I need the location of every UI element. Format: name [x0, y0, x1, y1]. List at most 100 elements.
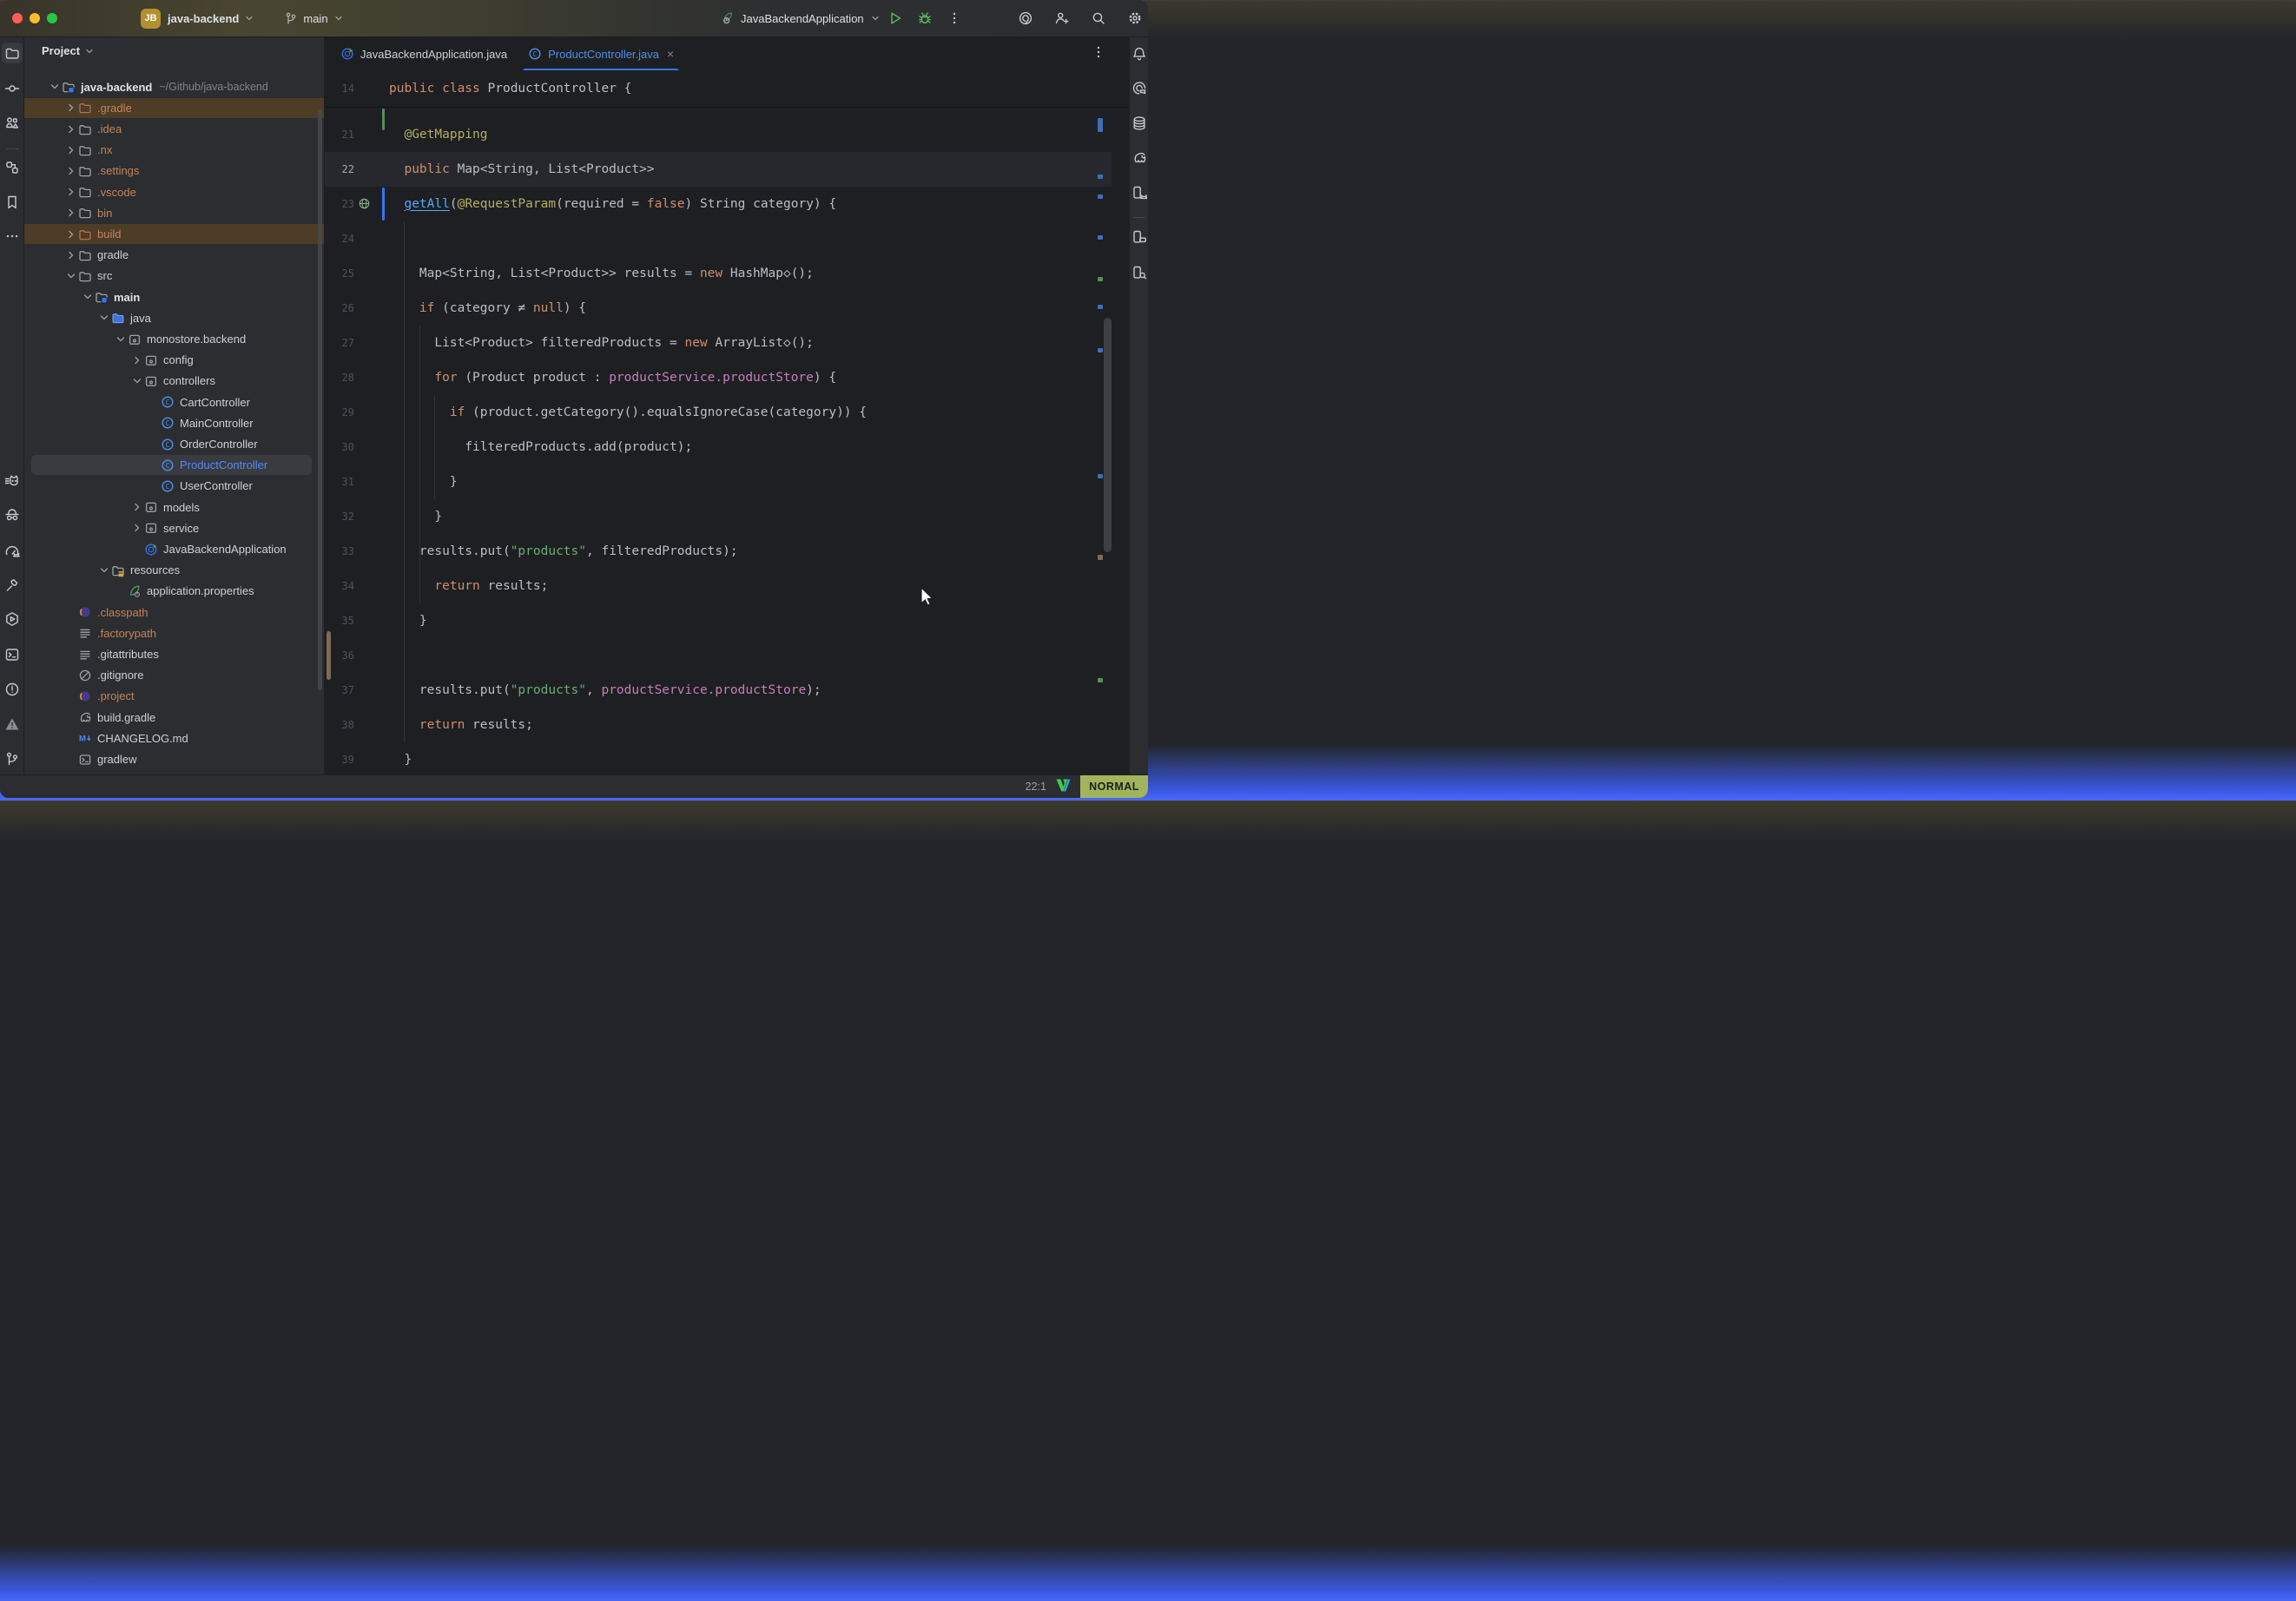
- chevron-collapsed-icon[interactable]: [63, 143, 78, 157]
- chevron-collapsed-icon[interactable]: [129, 500, 144, 514]
- chevron-expanded-icon[interactable]: [113, 333, 128, 346]
- git-branch-icon[interactable]: [2, 748, 23, 769]
- structure-icon[interactable]: [2, 157, 23, 178]
- device-manager-icon[interactable]: [1129, 227, 1149, 247]
- line-number[interactable]: 14: [325, 70, 354, 107]
- chevron-collapsed-icon[interactable]: [63, 185, 78, 199]
- line-number[interactable]: 22: [325, 152, 354, 187]
- terminal-icon[interactable]: [2, 644, 23, 665]
- pull-requests-icon[interactable]: [2, 113, 23, 134]
- line-number[interactable]: 21: [325, 117, 354, 152]
- tree-row--project[interactable]: .project: [24, 686, 324, 706]
- code-line-36[interactable]: 36: [325, 638, 1129, 673]
- run-configuration-selector[interactable]: JavaBackendApplication: [719, 0, 881, 36]
- tree-row-resources[interactable]: resources: [24, 560, 324, 580]
- ai-chat-icon[interactable]: [1129, 78, 1149, 99]
- code-line-33[interactable]: 33 results.put("products", filteredProdu…: [325, 534, 1129, 569]
- tree-row-java-backend[interactable]: java-backend~/Github/java-backend: [24, 77, 324, 97]
- line-number[interactable]: 38: [325, 708, 354, 742]
- vim-mode-badge[interactable]: NORMAL: [1080, 775, 1148, 798]
- tree-row--idea[interactable]: .idea: [24, 119, 324, 139]
- chevron-collapsed-icon[interactable]: [63, 248, 78, 262]
- tree-row--vscode[interactable]: .vscode: [24, 182, 324, 202]
- code-line-35[interactable]: 35 }: [325, 603, 1129, 638]
- chevron-expanded-icon[interactable]: [129, 374, 144, 388]
- build-hammer-icon[interactable]: [2, 575, 23, 596]
- tree-row--settings[interactable]: .settings: [24, 161, 324, 181]
- line-number[interactable]: 37: [325, 673, 354, 708]
- project-tree-scrollbar[interactable]: [318, 109, 322, 690]
- warning-icon[interactable]: [2, 714, 23, 735]
- ai-assistant-icon[interactable]: [1014, 7, 1037, 30]
- tree-row-src[interactable]: src: [24, 266, 324, 286]
- close-window-button[interactable]: [12, 13, 23, 23]
- line-number[interactable]: 29: [325, 395, 354, 430]
- project-selector[interactable]: java-backend: [168, 12, 254, 25]
- kebab-menu-icon[interactable]: [943, 7, 966, 30]
- line-number[interactable]: 24: [325, 221, 354, 256]
- tree-row--gitattributes[interactable]: .gitattributes: [24, 644, 324, 664]
- line-number[interactable]: 39: [325, 742, 354, 775]
- line-number[interactable]: 25: [325, 256, 354, 291]
- code-line-38[interactable]: 38 return results;: [325, 708, 1129, 742]
- spy-hat-icon[interactable]: [2, 504, 23, 525]
- code-line-32[interactable]: 32 }: [325, 499, 1129, 534]
- editor-tab-javabackendapplication-java[interactable]: JavaBackendApplication.java: [330, 37, 518, 70]
- code-editor[interactable]: 14public class ProductController {21 @Ge…: [325, 70, 1129, 774]
- tree-row-javabackendapplication[interactable]: JavaBackendApplication: [24, 539, 324, 559]
- code-line-26[interactable]: 26 if (category ≠ null) {: [325, 291, 1129, 326]
- tree-row-java[interactable]: java: [24, 308, 324, 328]
- chevron-collapsed-icon[interactable]: [129, 521, 144, 535]
- code-line-27[interactable]: 27 List<Product> filteredProducts = new …: [325, 326, 1129, 360]
- line-number[interactable]: 31: [325, 464, 354, 499]
- bookmarks-icon[interactable]: [2, 192, 23, 213]
- chevron-collapsed-icon[interactable]: [129, 353, 144, 367]
- chevron-expanded-icon[interactable]: [96, 311, 111, 325]
- run-icon[interactable]: [884, 7, 907, 30]
- tree-row--classpath[interactable]: .classpath: [24, 603, 324, 623]
- line-number[interactable]: 26: [325, 291, 354, 326]
- caret-position-widget[interactable]: 22:1: [1017, 781, 1055, 793]
- tree-row-config[interactable]: config: [24, 350, 324, 370]
- line-number[interactable]: 34: [325, 569, 354, 603]
- editor-scrollbar[interactable]: [1104, 318, 1112, 552]
- code-line-30[interactable]: 30 filteredProducts.add(product);: [325, 430, 1129, 464]
- line-number[interactable]: 30: [325, 430, 354, 464]
- line-number[interactable]: 32: [325, 499, 354, 534]
- code-line-28[interactable]: 28 for (Product product : productService…: [325, 360, 1129, 395]
- chevron-expanded-icon[interactable]: [96, 563, 111, 577]
- tree-row-bin[interactable]: bin: [24, 203, 324, 223]
- tree-row-build[interactable]: build: [24, 224, 324, 244]
- chevron-collapsed-icon[interactable]: [63, 206, 78, 220]
- chevron-expanded-icon[interactable]: [80, 290, 95, 304]
- line-number[interactable]: 28: [325, 360, 354, 395]
- chevron-expanded-icon[interactable]: [47, 80, 62, 94]
- tree-row-service[interactable]: service: [24, 518, 324, 538]
- chevron-collapsed-icon[interactable]: [63, 164, 78, 178]
- settings-gear-icon[interactable]: [1124, 7, 1146, 30]
- add-user-icon[interactable]: [1051, 7, 1073, 30]
- gradle-icon[interactable]: [1129, 148, 1149, 168]
- tree-row-application-properties[interactable]: application.properties: [24, 581, 324, 601]
- tree-row-controllers[interactable]: controllers: [24, 371, 324, 391]
- maximize-window-button[interactable]: [47, 13, 57, 23]
- tree-row-gradle[interactable]: gradle: [24, 245, 324, 265]
- branch-selector[interactable]: main: [284, 11, 343, 25]
- more-tools-icon[interactable]: [2, 226, 23, 247]
- tree-row-changelog-md[interactable]: MCHANGELOG.md: [24, 728, 324, 748]
- tree-row--factorypath[interactable]: .factorypath: [24, 623, 324, 643]
- project-folder-icon[interactable]: [2, 43, 23, 63]
- tree-row-maincontroller[interactable]: CMainController: [24, 413, 324, 433]
- code-line-25[interactable]: 25 Map<String, List<Product>> results = …: [325, 256, 1129, 291]
- code-line-37[interactable]: 37 results.put("products", productServic…: [325, 673, 1129, 708]
- tab-options-kebab-icon[interactable]: [1091, 44, 1106, 64]
- services-icon[interactable]: [2, 609, 23, 629]
- tree-row-build-gradle[interactable]: build.gradle: [24, 708, 324, 728]
- tree-row-main[interactable]: main: [24, 287, 324, 307]
- tree-row-productcontroller[interactable]: CProductController: [24, 455, 324, 475]
- chevron-collapsed-icon[interactable]: [63, 227, 78, 241]
- chevron-collapsed-icon[interactable]: [63, 101, 78, 115]
- debug-icon[interactable]: [914, 7, 936, 30]
- tree-row-monostore-backend[interactable]: monostore.backend: [24, 329, 324, 349]
- code-line-39[interactable]: 39 }: [325, 742, 1129, 775]
